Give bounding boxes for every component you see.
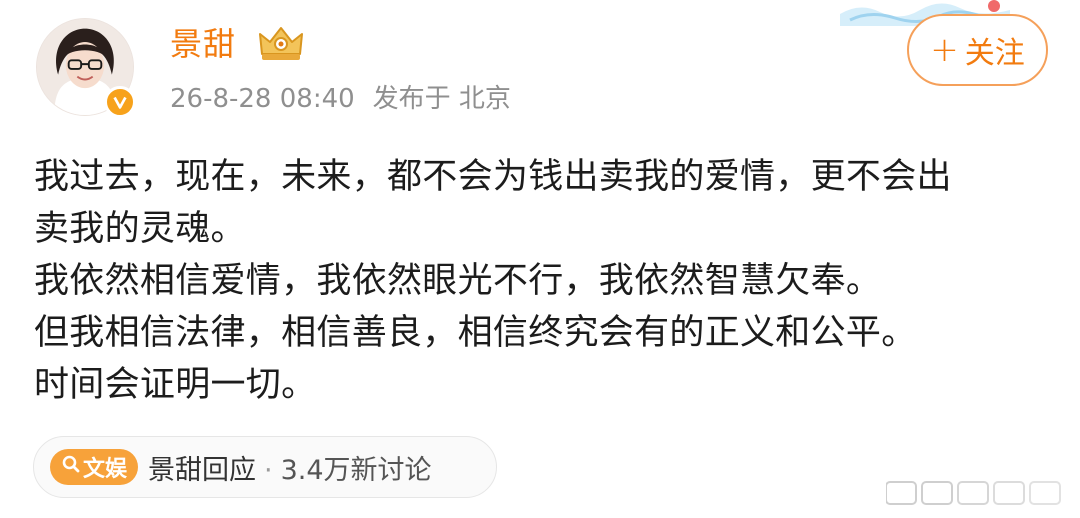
post-content: 我过去，现在，未来，都不会为钱出卖我的爱情，更不会出 卖我的灵魂。 我依然相信爱… [34,151,1054,411]
verified-badge-icon [104,86,136,118]
topic-discussion-count: 3.4万新讨论 [280,454,432,486]
crown-member-icon[interactable] [256,24,306,64]
topic-chip[interactable]: 文娱 景甜回应 · 3.4万新讨论 [33,436,497,498]
post-location: 发布于 北京 [372,84,511,114]
post-line: 我过去，现在，未来，都不会为钱出卖我的爱情，更不会出 [34,157,952,197]
post-meta: 26-8-28 08:40 发布于 北京 [170,82,511,116]
follow-button-label: 关注 [964,36,1025,71]
post-line: 我依然相信爱情，我依然眼光不行，我依然智慧欠奉。 [34,261,882,301]
topic-tag-label: 文娱 [82,457,127,482]
username[interactable]: 景甜 [170,24,236,64]
watermark-logo [885,478,1066,508]
post-line: 时间会证明一切。 [34,365,317,405]
topic-separator: · [264,454,273,486]
follow-button[interactable]: + 关注 [907,14,1048,86]
plus-icon: + [930,30,959,70]
topic-title: 景甜回应 [148,454,256,486]
search-icon [61,454,81,480]
post-date: 26-8-28 08:40 [170,84,355,114]
topic-text: 景甜回应 · 3.4万新讨论 [148,448,432,487]
post-line: 但我相信法律，相信善良，相信终究会有的正义和公平。 [34,313,917,353]
weibo-post-card: 景甜 26-8-28 08:40 发布于 北京 + 关注 我过去，现在，未来，都不… [0,0,1080,518]
topic-tag: 文娱 [50,449,138,485]
post-line: 卖我的灵魂。 [34,209,246,249]
